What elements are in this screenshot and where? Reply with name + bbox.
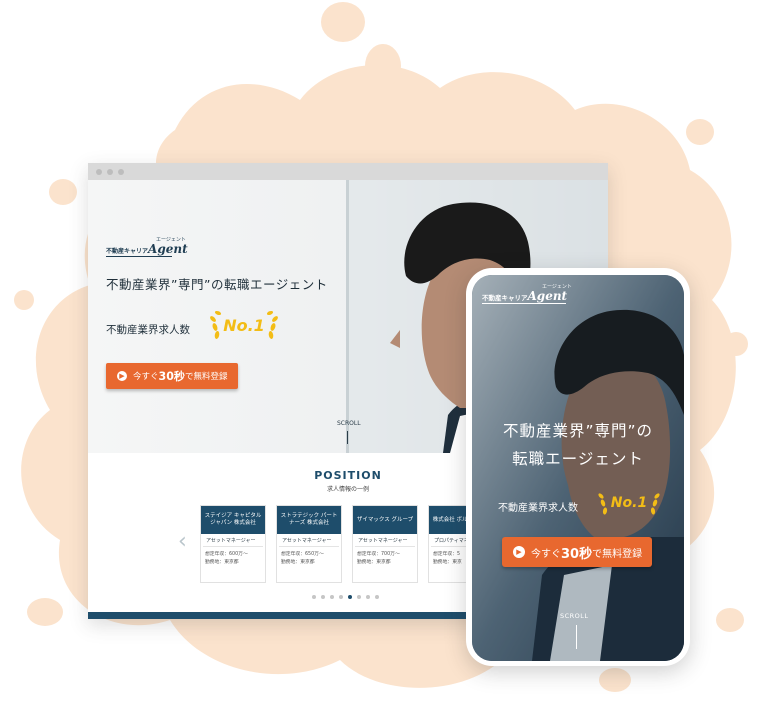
job-card[interactable]: ストラテジック パートナーズ 株式会社 アセットマネージャー 想定年収：650万… [276,505,342,583]
hero-subline: 不動産業界求人数 [106,324,190,336]
cta-lead: 今すぐ [133,372,159,382]
mobile-logo-underline [482,303,566,304]
mobile-hero-subline: 不動産業界求人数 [498,503,578,514]
job-card-salary: 想定年収：700万〜 [357,552,400,557]
browser-title-bar [88,163,608,180]
logo-brand: Agent [148,242,188,256]
mobile-badge-text: No.1 [611,495,647,511]
logo-kana: エージェント [156,237,186,243]
mobile-cta-tail: で無料登録 [592,548,643,560]
arrow-right-icon: ▶ [513,546,525,558]
badge-text: No.1 [223,316,265,335]
job-card-salary: 想定年収：650万〜 [281,552,324,557]
logo-underline [106,256,172,257]
job-card-location: 勤務地：東京都 [357,559,391,565]
carousel-page-dot[interactable] [312,595,316,599]
carousel-page-dot[interactable] [375,595,379,599]
job-card-location: 勤務地：東京都 [205,559,239,565]
window-dot-icon[interactable] [118,168,124,175]
job-card[interactable]: ザイマックス グループ アセットマネージャー 想定年収：700万〜 勤務地：東京… [352,505,418,583]
carousel-page-dot[interactable] [330,595,334,599]
job-card-salary: 想定年収：600万〜 [205,552,248,557]
carousel-page-dot[interactable] [357,595,361,599]
no1-laurel-badge: No.1 [210,310,278,339]
job-card-company: ザイマックス グループ [353,506,417,534]
mobile-headline-line: 転職エージェント [512,450,644,468]
register-cta-button[interactable]: ▶ 今すぐ 30秒 で無料登録 [106,363,238,389]
carousel-page-dot[interactable] [366,595,370,599]
hero-headline: 不動産業界”専門”の転職エージェント [106,277,328,292]
cta-tail: で無料登録 [184,372,228,382]
scroll-indicator-line [347,431,348,444]
cta-bold: 30秒 [158,370,185,383]
mobile-logo-kana: エージェント [542,284,572,290]
mobile-screen: 不動産キャリアAgent エージェント 不動産業界”専門”の 転職エージェント … [472,275,684,661]
job-card-location: 勤務地：東京都 [281,559,315,565]
mobile-scroll-indicator-line [576,625,577,649]
job-card-role: アセットマネージャー [279,534,339,547]
mobile-headline-line: 不動産業界”専門”の [502,422,654,440]
carousel-page-dot-active[interactable] [348,595,352,599]
job-card-company: ステイジア キャピタルジャパン 株式会社 [201,506,265,534]
mobile-logo-brand: Agent [527,289,568,303]
carousel-prev-icon[interactable]: ‹ [178,529,187,554]
site-logo[interactable]: 不動産キャリアAgent エージェント [106,237,188,256]
mobile-logo-text: 不動産キャリア [482,294,528,302]
mobile-cta-bold: 30秒 [561,546,593,562]
logo-text: 不動産キャリア [106,248,149,255]
scroll-label: SCROLL [337,420,361,427]
mobile-site-logo[interactable]: 不動産キャリアAgent エージェント [482,284,572,303]
carousel-page-dot[interactable] [339,595,343,599]
job-card-role: アセットマネージャー [355,534,415,547]
mobile-scroll-label: SCROLL [560,612,589,620]
mobile-no1-laurel-badge: No.1 [598,493,660,515]
job-card-company: ストラテジック パートナーズ 株式会社 [277,506,341,534]
carousel-page-dot[interactable] [321,595,325,599]
mobile-hero-headline: 不動産業界”専門”の 転職エージェント [472,417,684,473]
job-card-role: アセットマネージャー [203,534,263,547]
mobile-phone-frame: 不動産キャリアAgent エージェント 不動産業界”専門”の 転職エージェント … [466,268,690,666]
window-dot-icon[interactable] [107,168,113,175]
carousel-pagination [312,595,379,599]
mobile-register-cta-button[interactable]: ▶ 今すぐ 30秒 で無料登録 [502,537,652,567]
window-dot-icon[interactable] [96,168,102,175]
job-card[interactable]: ステイジア キャピタルジャパン 株式会社 アセットマネージャー 想定年収：600… [200,505,266,583]
arrow-right-icon: ▶ [117,371,127,381]
mobile-cta-lead: 今すぐ [531,548,561,560]
